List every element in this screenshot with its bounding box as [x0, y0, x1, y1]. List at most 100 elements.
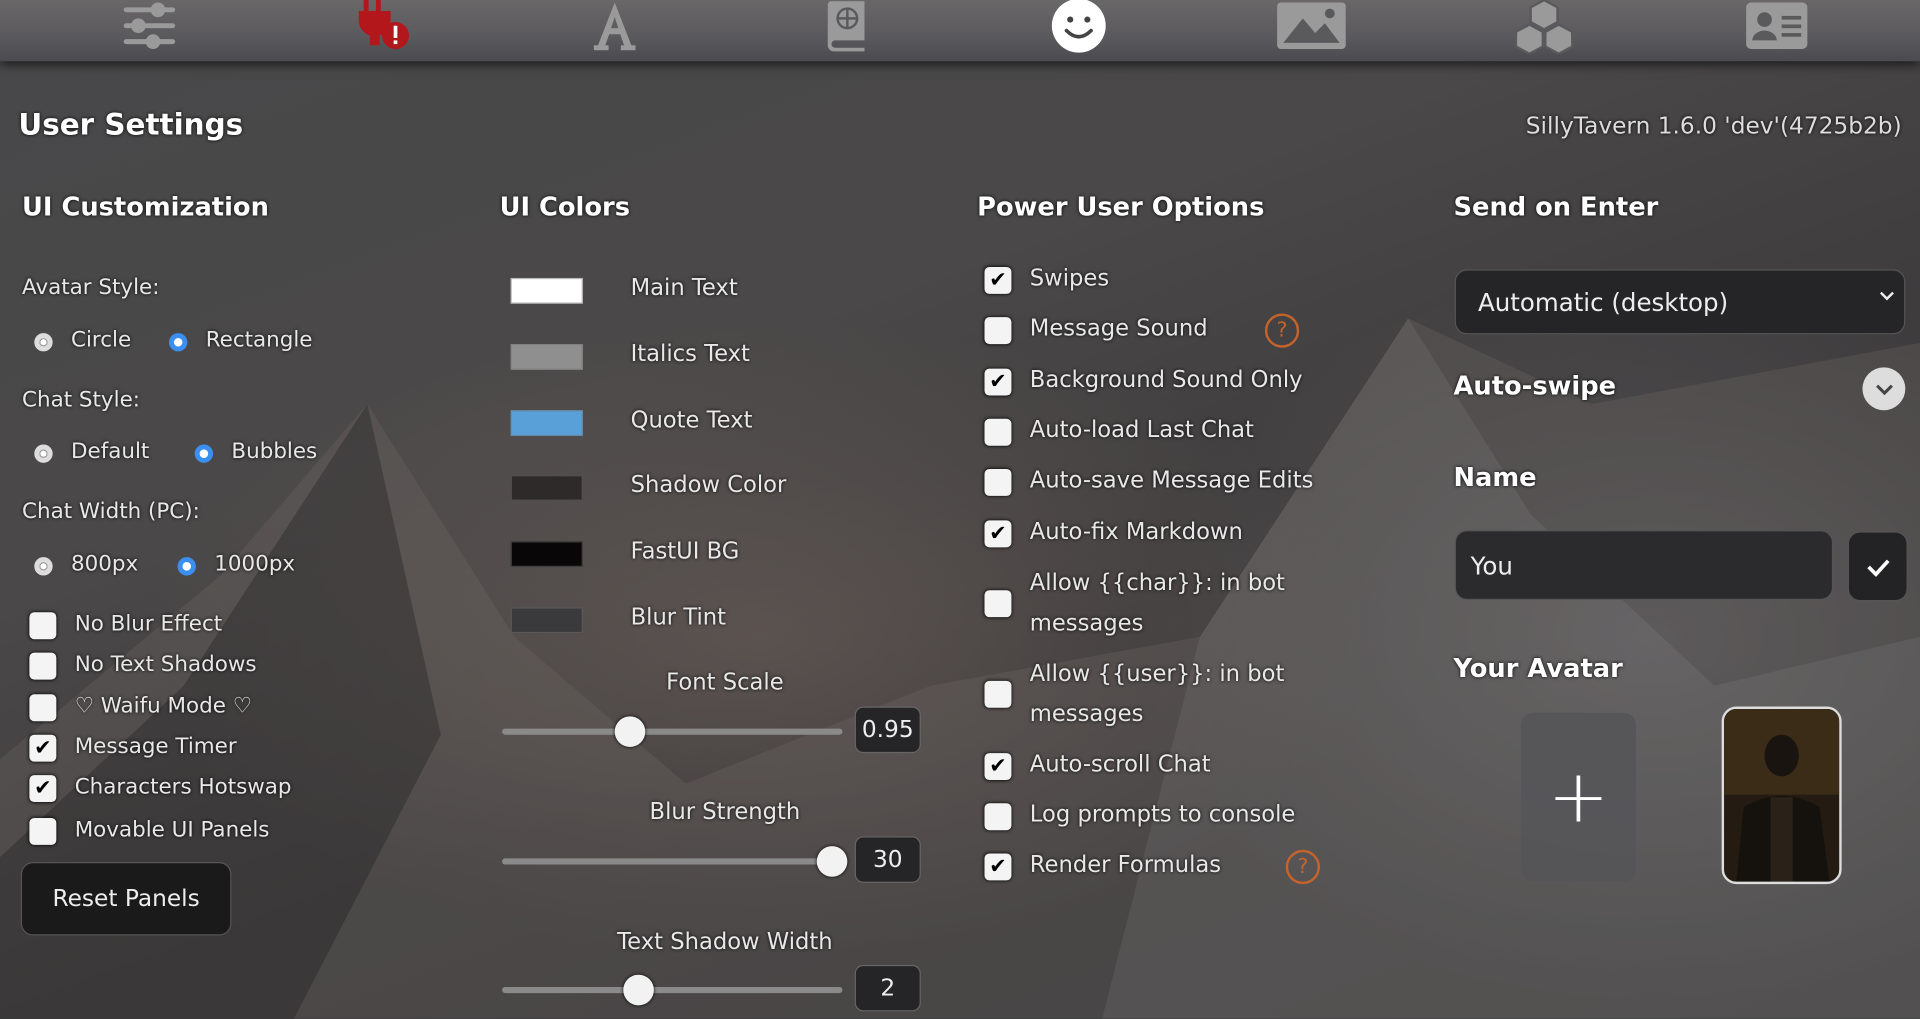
color-label: Italics Text: [630, 341, 750, 368]
radio-label: Circle: [71, 328, 132, 353]
help-icon[interactable]: ?: [1264, 313, 1300, 348]
chat-style-radio-default[interactable]: [34, 444, 53, 463]
tab-image[interactable]: [1277, 1, 1346, 53]
checkbox-message-sound[interactable]: [984, 317, 1012, 345]
chat-width-radio-1000px[interactable]: [177, 557, 196, 576]
image-icon: [1276, 1, 1347, 56]
checkbox-autofix-markdown[interactable]: ✔: [984, 520, 1012, 548]
color-swatch-main-text[interactable]: [510, 277, 583, 304]
option-label: Auto-load Last Chat: [1029, 417, 1254, 444]
reset-panels-button[interactable]: Reset Panels: [20, 862, 232, 936]
add-avatar-button[interactable]: +: [1520, 712, 1636, 882]
tab-book-atlas[interactable]: [817, 0, 878, 53]
power-user-options-heading: Power User Options: [977, 192, 1265, 222]
color-label: Main Text: [630, 275, 738, 302]
blur-strength-label: Blur Strength: [649, 799, 801, 826]
send-on-enter-select[interactable]: Automatic (desktop): [1454, 269, 1906, 335]
confirm-name-button[interactable]: [1847, 531, 1908, 602]
tab-sliders[interactable]: [119, 1, 180, 56]
name-input[interactable]: You: [1454, 530, 1834, 601]
color-swatch-italics-text[interactable]: [510, 344, 583, 370]
option-label: Auto-save Message Edits: [1029, 467, 1314, 494]
tab-address-card[interactable]: [1745, 1, 1809, 56]
address-card-icon: [1745, 1, 1809, 56]
checkmark-icon: ✔: [989, 268, 1007, 293]
avatar-style-label: Avatar Style:: [22, 275, 160, 301]
option-label-continued: messages: [1029, 701, 1144, 728]
checkbox-swipes[interactable]: ✔: [984, 266, 1012, 294]
color-swatch-blur-tint[interactable]: [510, 607, 583, 634]
top-navigation-bar: [0, 0, 1920, 62]
checkbox-log-prompts-to-console[interactable]: [984, 803, 1012, 831]
checkmark-icon: ✔: [989, 754, 1007, 779]
font-scale-slider[interactable]: [502, 716, 843, 747]
color-swatch-fastui-bg[interactable]: [510, 541, 583, 567]
checkbox-message-timer[interactable]: ✔: [29, 734, 57, 762]
radio-label: Default: [71, 439, 150, 465]
checkmark-icon: ✔: [34, 735, 52, 761]
tab-font[interactable]: [584, 1, 645, 53]
chat-width-radio-800px[interactable]: [34, 557, 53, 576]
blur-strength-slider[interactable]: [502, 846, 848, 877]
send-on-enter-value: Automatic (desktop): [1477, 287, 1729, 317]
option-label: Render Formulas: [1029, 852, 1222, 878]
checkbox-background-sound-only[interactable]: ✔: [984, 368, 1012, 396]
chat-style-radio-bubbles[interactable]: [194, 444, 214, 463]
blur-strength-slider-thumb[interactable]: [816, 846, 848, 877]
font-scale-slider-thumb[interactable]: [615, 716, 646, 747]
tab-cubes[interactable]: [1513, 0, 1574, 55]
checkbox-label: Message Timer: [74, 734, 237, 760]
tab-plug-warning[interactable]: [351, 0, 412, 53]
checkbox-allow-char-in-bot[interactable]: [984, 590, 1012, 618]
auto-swipe-expand-chevron-icon[interactable]: [1862, 367, 1906, 411]
checkbox-label: ♡ Waifu Mode ♡: [74, 694, 252, 719]
checkmark-icon: ✔: [34, 776, 52, 801]
option-label: Swipes: [1029, 265, 1110, 292]
chevron-down-icon: [1879, 288, 1895, 308]
user-avatar-image[interactable]: [1721, 706, 1842, 885]
chat-style-label: Chat Style:: [22, 388, 140, 413]
checkbox-waifu-mode[interactable]: [29, 694, 57, 722]
font-scale-value[interactable]: 0.95: [854, 706, 921, 754]
text-shadow-width-slider[interactable]: [502, 974, 843, 1006]
send-on-enter-heading: Send on Enter: [1453, 192, 1659, 222]
blur-strength-value[interactable]: 30: [854, 836, 921, 883]
sliders-icon: [121, 1, 177, 56]
version-label: SillyTavern 1.6.0 'dev'(4725b2b): [1525, 112, 1902, 140]
radio-label: Bubbles: [231, 439, 318, 465]
your-avatar-heading: Your Avatar: [1453, 653, 1623, 684]
book-atlas-icon: [823, 0, 872, 58]
option-label: Log prompts to console: [1029, 802, 1296, 828]
checkbox-no-blur-effect[interactable]: [29, 612, 57, 640]
avatar-style-radio-rectangle[interactable]: [168, 333, 188, 352]
help-icon[interactable]: ?: [1285, 849, 1321, 885]
checkbox-autoload-last-chat[interactable]: [984, 418, 1012, 446]
checkbox-autosave-message-edits[interactable]: [984, 468, 1012, 496]
checkbox-autoscroll-chat[interactable]: ✔: [984, 753, 1012, 781]
checkbox-render-formulas[interactable]: ✔: [984, 853, 1012, 881]
check-icon: [1866, 558, 1889, 577]
font-scale-label: Font Scale: [666, 669, 784, 696]
auto-swipe-heading: Auto-swipe: [1453, 371, 1617, 401]
checkbox-no-text-shadows[interactable]: [29, 652, 57, 680]
tab-smiley-face[interactable]: [1048, 0, 1109, 53]
checkmark-icon: ✔: [989, 854, 1007, 880]
text-shadow-width-slider-thumb[interactable]: [623, 974, 655, 1006]
option-label: Message Sound: [1029, 315, 1208, 342]
option-label: Background Sound Only: [1029, 367, 1303, 394]
radio-label: 800px: [71, 552, 139, 577]
checkbox-characters-hotswap[interactable]: ✔: [29, 775, 57, 803]
checkmark-icon: ✔: [989, 521, 1007, 547]
name-heading: Name: [1453, 462, 1537, 493]
text-shadow-width-value[interactable]: 2: [854, 964, 921, 1012]
avatar-style-radio-circle[interactable]: [34, 333, 53, 352]
color-swatch-quote-text[interactable]: [510, 410, 583, 436]
checkbox-movable-ui-panels[interactable]: [29, 817, 57, 845]
checkbox-allow-user-in-bot[interactable]: [984, 680, 1012, 708]
color-swatch-shadow-color[interactable]: [510, 475, 583, 501]
color-label: FastUI BG: [630, 538, 740, 565]
checkbox-label: No Blur Effect: [74, 612, 223, 637]
color-label: Shadow Color: [630, 472, 787, 499]
cubes-icon: [1512, 0, 1576, 59]
plug-warning-icon: [354, 0, 410, 58]
